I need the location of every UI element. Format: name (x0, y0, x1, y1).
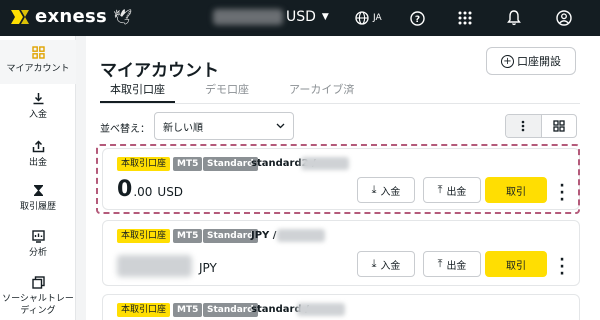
sidebar-item-social-trading[interactable]: ソーシャルトレーディング (0, 276, 76, 317)
sidebar-item-withdraw[interactable]: 出金 (0, 140, 76, 169)
grid-view-button[interactable] (542, 115, 577, 137)
chevron-down-icon: ▼ (321, 12, 329, 22)
kebab-vertical-icon (521, 120, 525, 132)
sidebar-item-label: マイアカウント (6, 64, 70, 74)
withdraw-icon: ⤒ (437, 257, 443, 270)
account-kind-badge: Standard (203, 303, 258, 317)
globe-icon (355, 11, 369, 25)
grid-view-icon (553, 120, 565, 132)
sidebar-item-label: 取引履歴 (19, 202, 56, 212)
view-toggle (505, 114, 577, 138)
plus-icon: + (501, 54, 514, 68)
highlight-box (96, 144, 580, 214)
tab-archived[interactable]: アーカイブ済 (279, 83, 364, 103)
social-trading-icon (31, 276, 45, 289)
tabs-divider (100, 103, 580, 104)
svg-text:?: ? (415, 15, 420, 25)
account-card[interactable]: 本取引口座 MT5 Standard standard / (102, 294, 580, 320)
real-account-badge: 本取引口座 (117, 229, 171, 243)
account-number-redacted[interactable] (213, 9, 283, 25)
balance-redacted (117, 255, 192, 277)
help-icon: ? (410, 10, 425, 26)
currency-selector[interactable]: USD ▼ (286, 9, 329, 25)
sidebar-item-label: 出金 (28, 158, 47, 168)
sidebar-item-label: 分析 (28, 248, 47, 258)
open-account-label: 口座開設 (517, 55, 561, 68)
trade-button[interactable]: 取引 (485, 251, 547, 277)
dove-icon: 🕊 (113, 7, 133, 26)
account-id-redacted (297, 303, 345, 316)
deposit-label: 入金 (380, 260, 401, 272)
sort-label: 並べ替え： (100, 124, 150, 135)
hourglass-icon (33, 185, 43, 196)
tab-demo-accounts[interactable]: デモ口座 (195, 83, 259, 103)
account-card[interactable]: 本取引口座 MT5 Standard JPY / JPY ⤓ 入金 ⤒ 出金 取… (102, 220, 580, 286)
apps-grid-icon (458, 11, 472, 25)
deposit-icon (33, 93, 43, 105)
account-id-redacted (277, 229, 325, 242)
apps-button[interactable] (458, 9, 472, 27)
sidebar-item-my-account[interactable]: マイアカウント (0, 40, 76, 84)
withdraw-button[interactable]: ⤒ 出金 (423, 251, 481, 277)
list-view-button[interactable] (506, 115, 542, 137)
page-title: マイアカウント (100, 61, 219, 81)
sort-value: 新しい順 (163, 122, 203, 134)
sidebar-item-label: ソーシャルトレーディング (2, 294, 74, 316)
deposit-button[interactable]: ⤓ 入金 (357, 251, 415, 277)
sidebar-item-analytics[interactable]: 分析 (0, 230, 76, 259)
language-label: JA (373, 13, 382, 23)
top-bar: exness 🕊 USD ▼ JA ? (0, 0, 600, 36)
grid-icon (31, 46, 45, 59)
sidebar: マイアカウント 入金 出金 取引履歴 分析 ソーシャルトレーディング (0, 36, 76, 320)
profile-button[interactable] (556, 9, 572, 27)
platform-badge: MT5 (173, 229, 203, 243)
more-options-icon[interactable]: · · · (557, 253, 567, 281)
currency-label: USD (286, 9, 316, 25)
platform-badge: MT5 (173, 303, 203, 317)
chevron-down-icon (276, 123, 285, 129)
sidebar-item-history[interactable]: 取引履歴 (0, 184, 76, 213)
account-tabs: 本取引口座 デモ口座 アーカイブ済 (100, 83, 384, 103)
sort-select[interactable]: 新しい順 (154, 112, 294, 140)
real-account-badge: 本取引口座 (117, 303, 171, 317)
account-kind-badge: Standard (203, 229, 258, 243)
account-name: JPY / (251, 230, 277, 241)
tab-real-accounts[interactable]: 本取引口座 (100, 83, 175, 103)
trade-label: 取引 (506, 260, 526, 272)
open-account-button[interactable]: + 口座開設 (486, 47, 576, 75)
withdraw-icon (32, 140, 44, 153)
user-icon (556, 10, 572, 26)
language-selector[interactable]: JA (355, 9, 382, 27)
notifications-button[interactable] (507, 9, 521, 27)
sidebar-item-label: 入金 (28, 110, 47, 120)
brand-name: exness (35, 6, 108, 27)
deposit-icon: ⤓ (371, 257, 377, 270)
exness-logo[interactable]: exness 🕊 (9, 6, 132, 27)
analytics-icon (31, 230, 45, 243)
sidebar-item-deposit[interactable]: 入金 (0, 92, 76, 121)
help-button[interactable]: ? (410, 9, 425, 27)
exness-logo-mark-icon (9, 8, 31, 26)
bell-icon (507, 10, 521, 26)
balance-currency: JPY (199, 261, 217, 275)
withdraw-label: 出金 (446, 260, 467, 272)
